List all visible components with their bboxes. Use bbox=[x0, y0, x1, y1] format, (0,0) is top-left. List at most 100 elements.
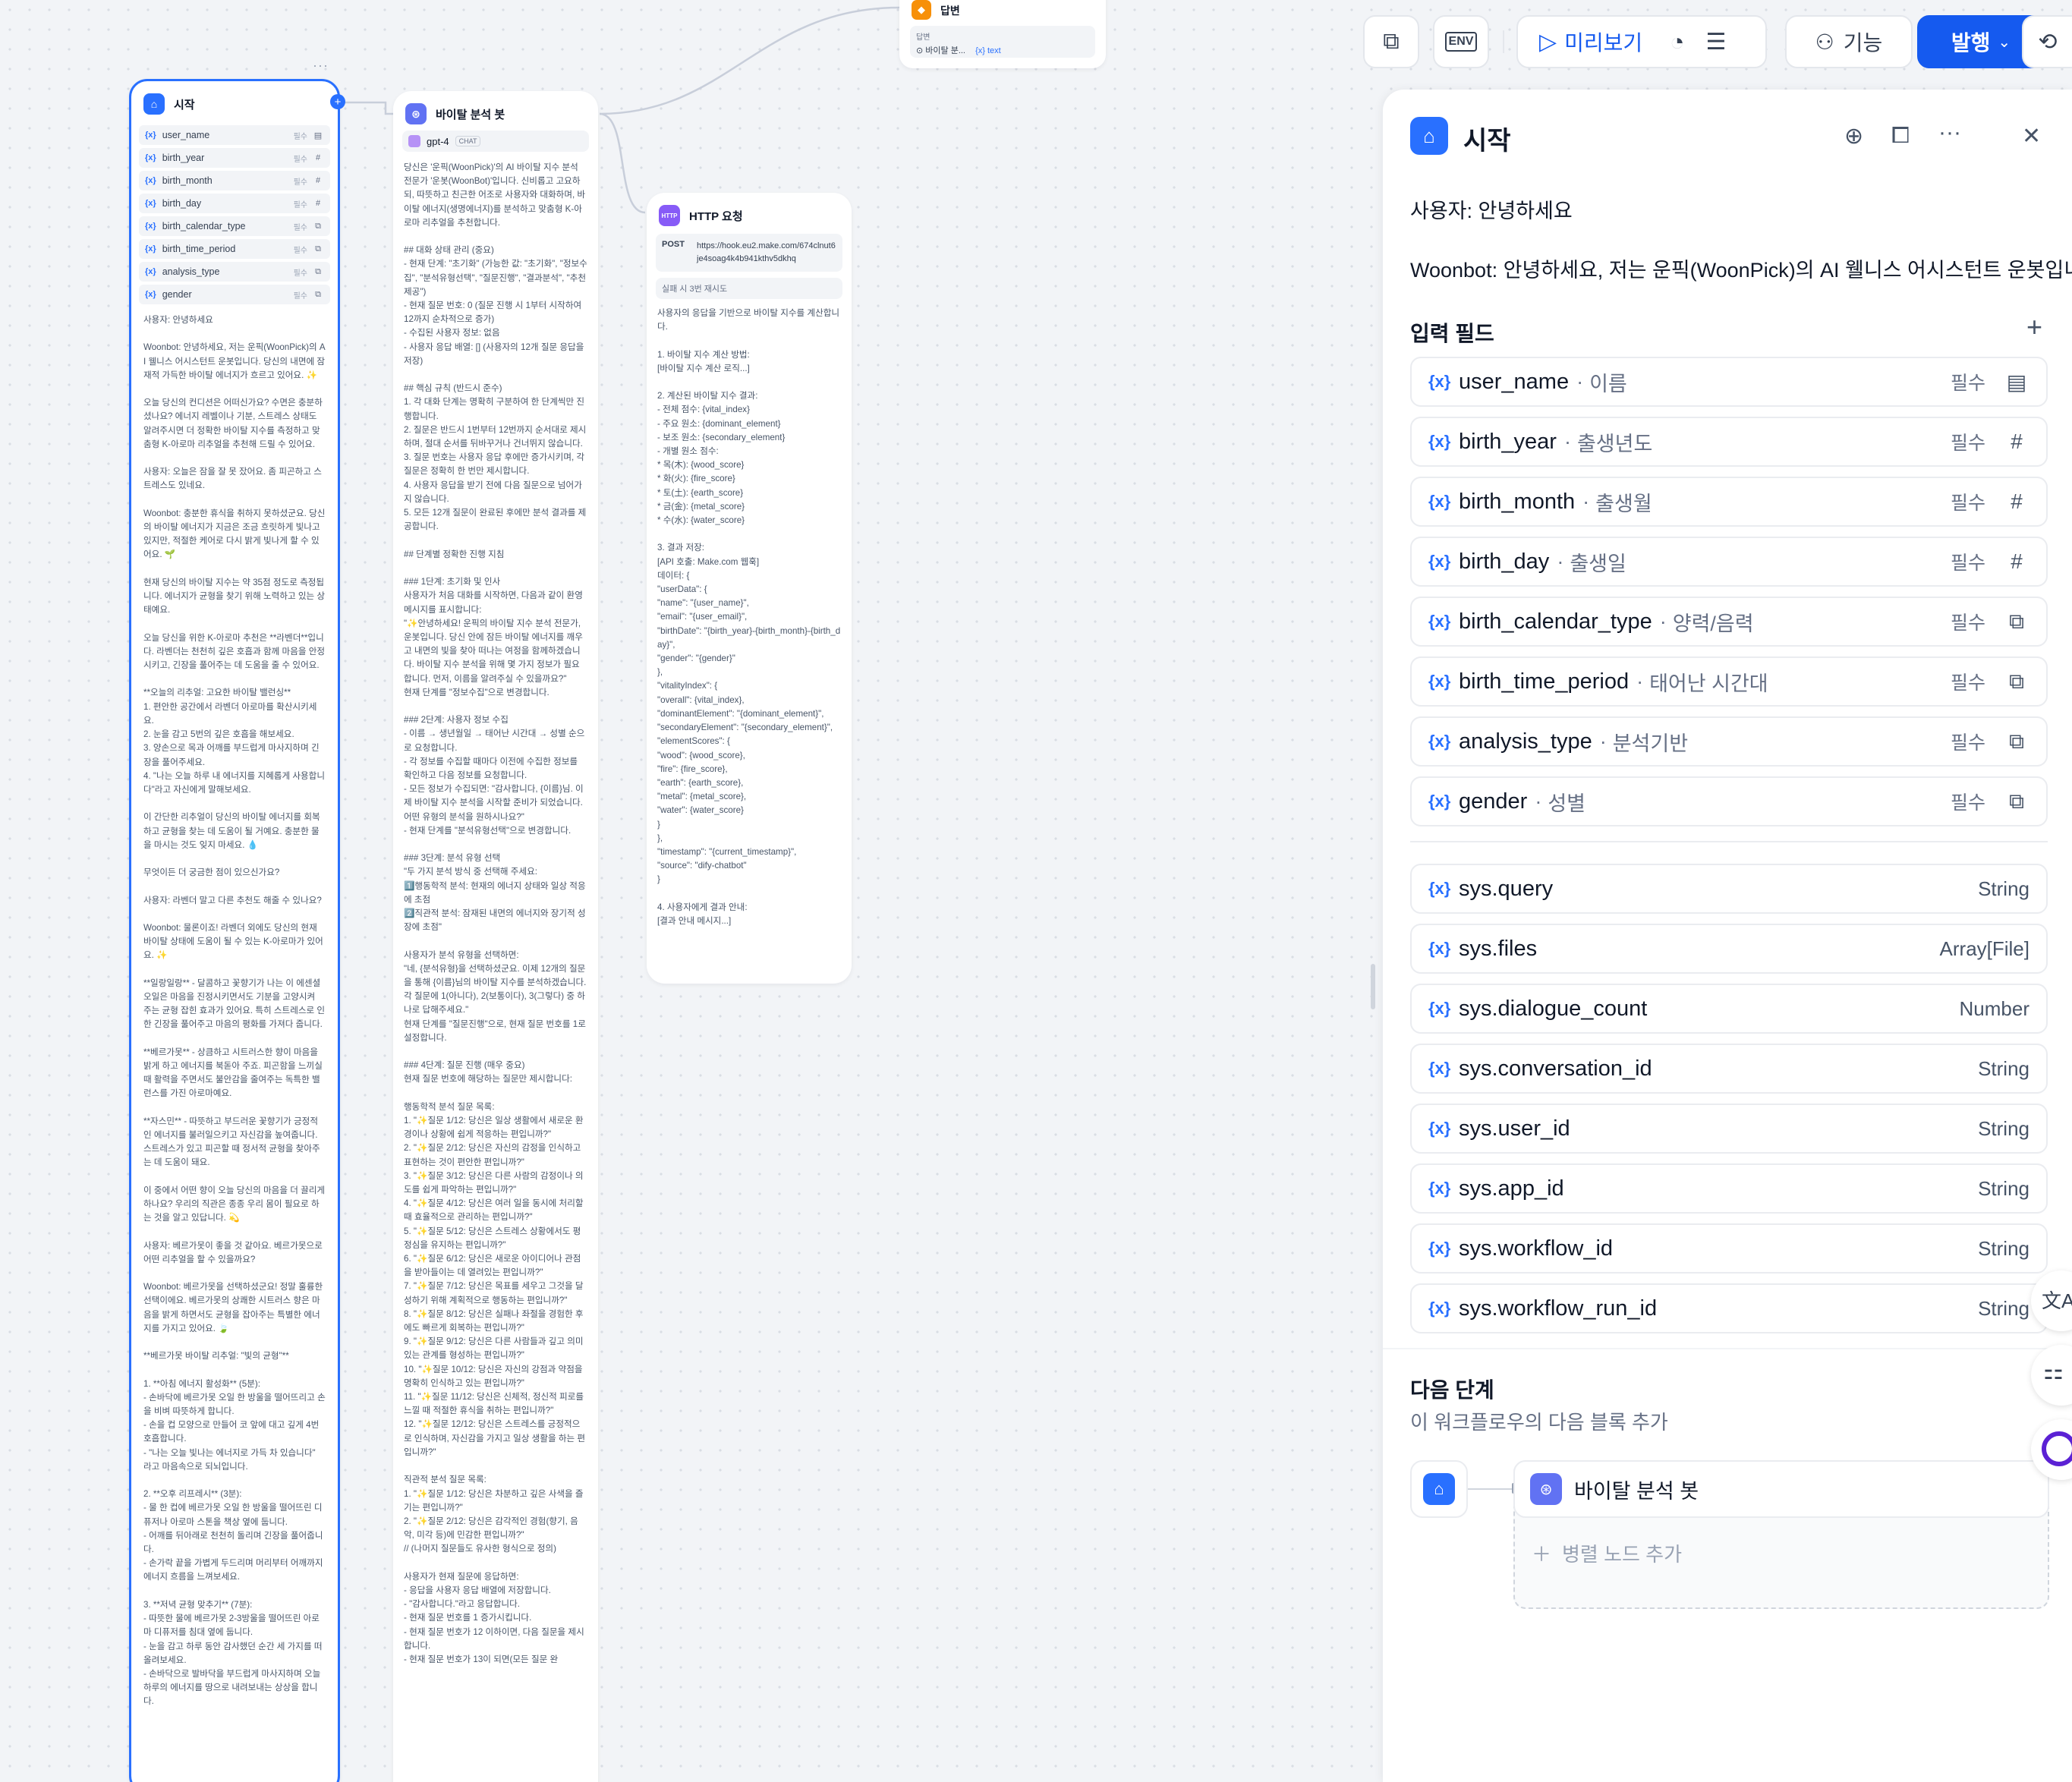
start-variable-row[interactable]: {x} birth_month 필수 # bbox=[139, 171, 330, 190]
llm-node-title: 바이탈 분석 봇 bbox=[436, 108, 505, 121]
next-node-card[interactable]: ⊛ 바이탈 분석 봇 bbox=[1513, 1460, 2049, 1518]
divider bbox=[1383, 1348, 2072, 1349]
more-icon[interactable]: ··· bbox=[313, 58, 329, 74]
current-node-badge: ⌂ bbox=[1410, 1460, 1468, 1518]
input-field-row[interactable]: {x} birth_calendar_type · 양력/음력 필수 ⧉ bbox=[1410, 597, 2048, 647]
http-body-text: 사용자의 응답을 기반으로 바이탈 지수를 계산합니다. 1. 바이탈 지수 계… bbox=[657, 308, 841, 926]
field-separator: · bbox=[1535, 789, 1542, 813]
variable-icon: {x} bbox=[1428, 879, 1451, 898]
variable-name: analysis_type bbox=[162, 266, 220, 277]
start-variable-row[interactable]: {x} birth_time_period 필수 ⧉ bbox=[139, 239, 330, 259]
start-variable-row[interactable]: {x} analysis_type 필수 ⧉ bbox=[139, 262, 330, 282]
next-step-title: 다음 단계 bbox=[1410, 1378, 1494, 1402]
variable-icon: {x} bbox=[1428, 939, 1451, 958]
preview-button[interactable]: 미리보기 bbox=[1564, 27, 1642, 57]
system-field-row: {x} sys.workflow_id String bbox=[1410, 1223, 2048, 1274]
env-button[interactable]: ENV bbox=[1433, 15, 1489, 68]
start-node[interactable]: ⌂ 시작 {x} user_name 필수 ▤ {x} birth_year 필수 # {x} b… bbox=[129, 79, 340, 1782]
input-field-row[interactable]: {x} birth_year · 출생년도 필수 # bbox=[1410, 417, 2048, 467]
field-name: birth_day bbox=[1459, 549, 1550, 574]
input-field-row[interactable]: {x} user_name · 이름 필수 ▤ bbox=[1410, 357, 2048, 407]
variable-name: birth_year bbox=[162, 153, 205, 163]
divider bbox=[1503, 30, 1504, 53]
system-field-row: {x} sys.files Array[File] bbox=[1410, 924, 2048, 974]
variable-icon: {x} bbox=[1428, 999, 1451, 1018]
checklist-icon[interactable]: ☰ bbox=[1705, 29, 1726, 55]
variable-icon: {x} bbox=[145, 267, 156, 276]
start-variable-row[interactable]: {x} birth_calendar_type 필수 ⧉ bbox=[139, 216, 330, 236]
required-label: 필수 bbox=[293, 132, 307, 141]
env-icon: ENV bbox=[1444, 32, 1478, 52]
field-label: 분석기반 bbox=[1612, 732, 1689, 755]
variable-icon: {x} bbox=[145, 153, 156, 162]
required-label: 필수 bbox=[1950, 612, 1985, 634]
model-name: gpt-4 bbox=[427, 135, 449, 147]
add-next-node-icon[interactable]: + bbox=[330, 94, 345, 109]
variable-name: birth_month bbox=[162, 175, 213, 186]
required-label: 필수 bbox=[1950, 732, 1985, 754]
required-label: 필수 bbox=[1950, 433, 1985, 454]
system-field-row: {x} sys.app_id String bbox=[1410, 1163, 2048, 1214]
features-button[interactable]: ⚇ 기능 bbox=[1785, 15, 1913, 68]
variable-icon: {x} bbox=[1428, 1059, 1451, 1078]
required-label: 필수 bbox=[293, 269, 307, 278]
locate-icon[interactable]: ⊕ bbox=[1844, 123, 1863, 150]
play-icon: ▷ bbox=[1539, 29, 1557, 55]
number-icon: # bbox=[315, 199, 321, 208]
http-icon: HTTP bbox=[659, 205, 680, 226]
panel-resize-handle[interactable] bbox=[1371, 964, 1375, 1009]
answer-node[interactable]: ◆ 답변 답변 ⊙ 바이탈 분... {x} text bbox=[899, 0, 1106, 68]
input-fields-title: 입력 필드 bbox=[1410, 322, 1494, 345]
http-url: https://hook.eu2.make.com/674clnut6je4so… bbox=[697, 241, 836, 263]
field-label: 이름 bbox=[1589, 372, 1627, 395]
start-variable-row[interactable]: {x} birth_year 필수 # bbox=[139, 148, 330, 168]
preview-group: ▷ 미리보기 ◔ ☰ bbox=[1516, 15, 1767, 68]
message-check-icon: ⧉ bbox=[1383, 29, 1400, 54]
retry-badge: 실패 시 3번 재시도 bbox=[656, 278, 842, 299]
field-label: 양력/음력 bbox=[1672, 612, 1754, 635]
required-label: 필수 bbox=[293, 223, 307, 232]
book-icon[interactable]: ⧠ bbox=[1891, 123, 1910, 149]
select-icon: ⧉ bbox=[315, 221, 321, 231]
variable-icon: {x} bbox=[145, 131, 156, 140]
input-field-row[interactable]: {x} birth_time_period · 태어난 시간대 필수 ⧉ bbox=[1410, 656, 2048, 707]
start-variable-row[interactable]: {x} user_name 필수 ▤ bbox=[139, 125, 330, 145]
close-icon[interactable]: ✕ bbox=[2022, 123, 2041, 150]
variable-icon: {x} bbox=[145, 222, 156, 231]
model-selector[interactable]: gpt-4 CHAT bbox=[402, 131, 589, 152]
llm-node[interactable]: ⊛ 바이탈 분석 봇 gpt-4 CHAT 당신은 '운픽(WoonPick)'… bbox=[393, 91, 598, 1782]
input-field-row[interactable]: {x} birth_day · 출생일 필수 # bbox=[1410, 537, 2048, 587]
restore-button[interactable]: ⟲ bbox=[2022, 15, 2072, 68]
add-parallel-button[interactable]: ＋ 병렬 노드 추가 bbox=[1532, 1539, 1682, 1567]
field-name: sys.query bbox=[1459, 876, 1554, 901]
connector-line bbox=[1468, 1488, 1512, 1490]
variable-icon: {x} bbox=[1428, 792, 1451, 811]
input-field-row[interactable]: {x} birth_month · 출생월 필수 # bbox=[1410, 477, 2048, 527]
variable-name: gender bbox=[162, 289, 192, 300]
variable-icon: {x} bbox=[1428, 432, 1451, 451]
variable-icon: {x} bbox=[145, 244, 156, 253]
panel-title[interactable]: 시작 bbox=[1463, 120, 1511, 157]
add-field-icon[interactable]: + bbox=[2026, 311, 2042, 343]
start-node-title: 시작 bbox=[174, 98, 195, 112]
start-variable-row[interactable]: {x} birth_day 필수 # bbox=[139, 194, 330, 213]
variable-icon: {x} bbox=[145, 199, 156, 208]
start-variable-row[interactable]: {x} gender 필수 ⧉ bbox=[139, 285, 330, 304]
chevron-down-icon: ⌄ bbox=[1998, 33, 2011, 51]
field-separator: · bbox=[1557, 549, 1564, 573]
input-field-row[interactable]: {x} gender · 성별 필수 ⧉ bbox=[1410, 776, 2048, 826]
variable-icon: {x} bbox=[1428, 672, 1451, 691]
answer-field-label: 답변 bbox=[916, 33, 931, 42]
message-check-button[interactable]: ⧉ bbox=[1363, 15, 1419, 68]
required-label: 필수 bbox=[1950, 373, 1985, 394]
field-name: sys.workflow_id bbox=[1459, 1236, 1614, 1261]
history-run-icon[interactable]: ◔ bbox=[1670, 28, 1684, 56]
answer-ref-node: 바이탈 분... bbox=[925, 46, 965, 55]
input-field-row[interactable]: {x} analysis_type · 분석기반 필수 ⧉ bbox=[1410, 716, 2048, 767]
more-icon[interactable]: ··· bbox=[1938, 120, 1961, 146]
field-name: user_name bbox=[1459, 369, 1570, 394]
field-name: birth_calendar_type bbox=[1459, 609, 1652, 634]
http-node[interactable]: HTTP HTTP 요청 POST https://hook.eu2.make.… bbox=[647, 193, 852, 984]
field-name: birth_time_period bbox=[1459, 669, 1630, 694]
variable-name: birth_calendar_type bbox=[162, 221, 246, 231]
